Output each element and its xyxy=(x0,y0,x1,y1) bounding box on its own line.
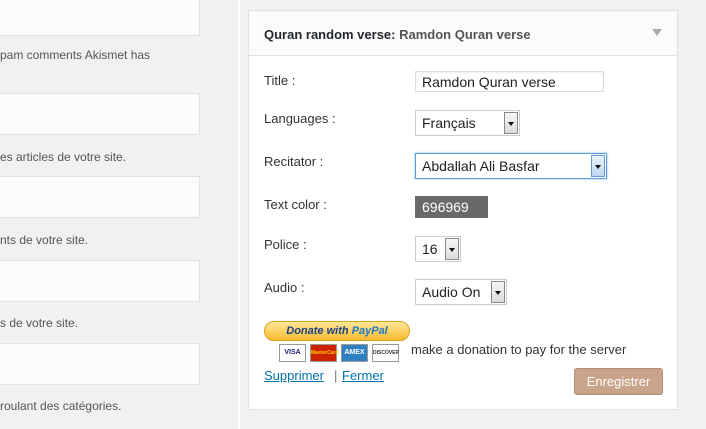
chevron-down-icon[interactable] xyxy=(491,281,505,303)
title-input[interactable]: Ramdon Quran verse xyxy=(415,71,604,92)
donate-button-text: Donate with xyxy=(286,325,349,337)
audio-select[interactable]: Audio On xyxy=(415,279,507,305)
chevron-down-icon[interactable] xyxy=(445,238,459,260)
reciter-select[interactable]: Abdallah Ali Basfar xyxy=(415,153,607,179)
column-divider xyxy=(238,0,240,429)
left-widget-description: roulant des catégories. xyxy=(0,399,122,413)
chevron-down-icon[interactable] xyxy=(591,155,605,177)
reciter-label: Recitator : xyxy=(264,154,324,169)
left-widget-field[interactable] xyxy=(0,176,200,218)
police-selected-value: 16 xyxy=(422,241,438,257)
mastercard-icon: MasterCard xyxy=(310,344,339,362)
title-label: Title : xyxy=(264,73,296,88)
amex-card-icon: AMEX xyxy=(341,344,368,362)
widget-header[interactable]: Quran random verse: Ramdon Quran verse xyxy=(249,11,677,56)
paypal-logo: PayPal xyxy=(351,325,388,337)
left-widget-description: s de votre site. xyxy=(0,316,79,330)
left-widget-field[interactable] xyxy=(0,260,200,302)
close-link[interactable]: Fermer xyxy=(342,368,384,383)
left-widget-description: nts de votre site. xyxy=(0,233,89,247)
audio-selected-value: Audio On xyxy=(422,284,481,300)
delete-link[interactable]: Supprimer xyxy=(264,368,324,383)
widget-name: Quran random verse: xyxy=(264,27,396,42)
quran-widget-panel: Quran random verse: Ramdon Quran verse T… xyxy=(248,10,678,410)
languages-select[interactable]: Français xyxy=(415,110,520,136)
police-label: Police : xyxy=(264,237,307,252)
link-separator: | xyxy=(334,368,338,383)
left-widget-description: es articles de votre site. xyxy=(0,150,127,164)
languages-label: Languages : xyxy=(264,111,336,126)
save-button[interactable]: Enregistrer xyxy=(574,368,663,395)
audio-label: Audio : xyxy=(264,280,305,295)
collapse-toggle-icon[interactable] xyxy=(652,29,662,36)
text-color-input[interactable]: 696969 xyxy=(415,196,490,218)
discover-card-icon: DISCOVER xyxy=(372,344,399,362)
left-widget-column: pam comments Akismet has es articles de … xyxy=(0,0,240,429)
widget-title: Quran random verse: Ramdon Quran verse xyxy=(264,27,531,42)
left-widget-field[interactable] xyxy=(0,93,200,135)
donation-message: make a donation to pay for the server xyxy=(411,342,627,357)
widget-instance-title: Ramdon Quran verse xyxy=(399,27,531,42)
police-select[interactable]: 16 xyxy=(415,236,461,262)
paypal-donate-button[interactable]: Donate with PayPal xyxy=(264,321,410,341)
chevron-down-icon[interactable] xyxy=(504,112,518,134)
left-widget-field[interactable] xyxy=(0,0,200,36)
left-widget-field[interactable] xyxy=(0,343,200,385)
left-widget-description: pam comments Akismet has xyxy=(0,48,151,62)
visa-card-icon: VISA xyxy=(279,344,306,362)
languages-selected-value: Français xyxy=(422,115,476,131)
text-color-label: Text color : xyxy=(264,197,327,212)
reciter-selected-value: Abdallah Ali Basfar xyxy=(422,158,540,174)
